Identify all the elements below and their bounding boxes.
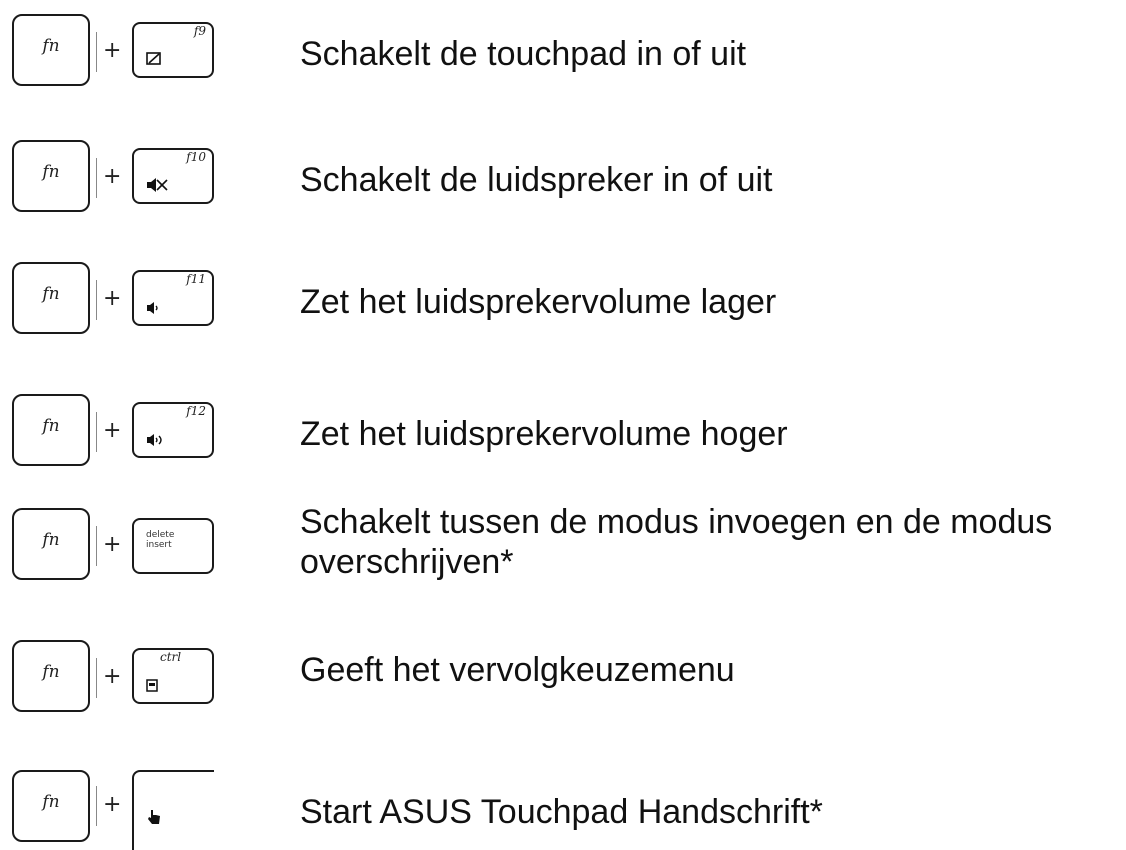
f12-key: f12 [132, 402, 214, 458]
fn-key-label: fn [42, 162, 60, 182]
handwriting-key [132, 770, 214, 850]
f11-key: f11 [132, 270, 214, 326]
plus-sign: + [96, 786, 133, 826]
delete-key: delete insert [132, 518, 214, 574]
shortcut-row: fn + f10 Schakelt de luidspreker in of u… [0, 140, 1126, 220]
fn-key: fn [12, 394, 90, 466]
shortcut-description: Zet het luidsprekervolume hoger [300, 415, 788, 453]
shortcut-description: Geeft het vervolgkeuzemenu [300, 651, 735, 689]
plus-sign: + [96, 658, 133, 698]
fn-key: fn [12, 640, 90, 712]
shortcut-description: Schakelt de luidspreker in of uit [300, 161, 773, 199]
fn-key-label: fn [42, 530, 60, 550]
handwriting-icon [146, 808, 162, 830]
key-sublabel: insert [146, 540, 172, 550]
volume-down-icon [146, 300, 160, 318]
ctrl-key: ctrl [132, 648, 214, 704]
speaker-mute-icon [146, 178, 168, 196]
shortcut-description: Schakelt de touchpad in of uit [300, 35, 747, 73]
key-label: f12 [186, 404, 206, 418]
shortcut-row: fn + ctrl Geeft het vervolgkeuzemenu [0, 640, 1126, 720]
fn-key-label: fn [42, 36, 60, 56]
plus-sign: + [96, 158, 133, 198]
fn-key-label: fn [42, 792, 60, 812]
f9-key: f9 [132, 22, 214, 78]
fn-key-label: fn [42, 416, 60, 436]
f10-key: f10 [132, 148, 214, 204]
touchpad-icon [146, 52, 162, 70]
fn-key: fn [12, 508, 90, 580]
key-label: f9 [193, 24, 206, 38]
shortcut-row: fn + delete insert Schakelt tussen de mod… [0, 503, 1126, 586]
key-label: f10 [186, 150, 206, 164]
plus-sign: + [96, 280, 133, 320]
key-label: ctrl [160, 650, 182, 664]
shortcut-description: Start ASUS Touchpad Handschrift* [300, 793, 823, 831]
key-label: delete insert [146, 530, 175, 550]
fn-key: fn [12, 140, 90, 212]
shortcut-row: fn + f9 Schakelt de touchpad in of uit [0, 14, 1126, 94]
key-label: f11 [186, 272, 206, 286]
shortcut-description: Zet het luidsprekervolume lager [300, 283, 777, 321]
fn-key: fn [12, 770, 90, 842]
shortcut-row: fn + f12 Zet het luidsprekervolume hoger [0, 394, 1126, 474]
fn-key-label: fn [42, 662, 60, 682]
fn-key-label: fn [42, 284, 60, 304]
plus-sign: + [96, 32, 133, 72]
volume-up-icon [146, 432, 166, 450]
plus-sign: + [96, 526, 133, 566]
shortcut-row: fn + Start ASUS Touchpad Handschrift* [0, 764, 1126, 850]
menu-icon [146, 678, 158, 696]
shortcut-row: fn + f11 Zet het luidsprekervolume lager [0, 262, 1126, 342]
fn-key: fn [12, 14, 90, 86]
shortcut-description: Schakelt tussen de modus invoegen en de … [300, 503, 1053, 581]
plus-sign: + [96, 412, 133, 452]
fn-key: fn [12, 262, 90, 334]
